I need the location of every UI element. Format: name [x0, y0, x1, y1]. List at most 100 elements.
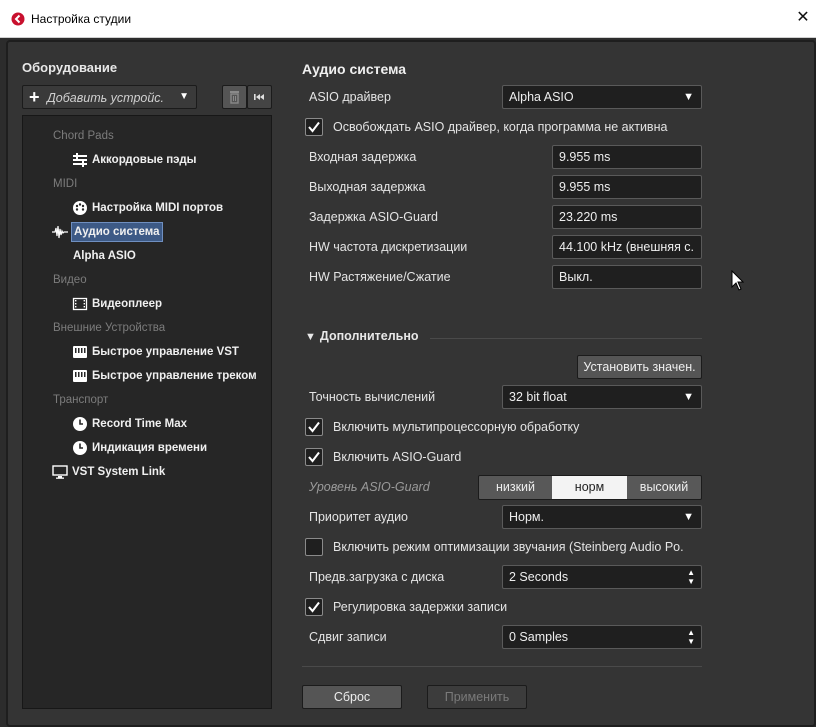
quick-controls-icon	[73, 346, 87, 358]
add-device-dropdown[interactable]: + Добавить устройс. ▼	[22, 85, 197, 109]
hw-sample-rate-label: HW частота дискретизации	[309, 240, 468, 254]
asio-guard-latency-label: Задержка ASIO-Guard	[309, 210, 439, 224]
output-latency-field: 9.955 ms	[552, 175, 702, 199]
divider	[302, 666, 702, 667]
triangle-down-icon: ▼	[305, 331, 316, 343]
asio-guard-level-high[interactable]: высокий	[627, 476, 701, 499]
tree-item-label: Record Time Max	[92, 418, 188, 430]
suspend-mode-label: Включить режим оптимизации звучания (Ste…	[333, 540, 684, 554]
tree-item-label: Alpha ASIO	[73, 250, 136, 262]
tree-item-label: Быстрое управление VST	[92, 346, 239, 358]
checkmark-icon	[308, 421, 320, 433]
tree-item-label: Быстрое управление треком	[92, 370, 257, 382]
plus-icon: +	[29, 87, 40, 107]
chord-pads-icon	[73, 153, 87, 167]
input-latency-value: 9.955 ms	[559, 150, 611, 164]
tree-item-label: Аккордовые пэды	[92, 154, 197, 166]
spin-arrows-icon[interactable]: ▲ ▼	[687, 628, 695, 646]
disk-preload-label: Предв.загрузка с диска	[309, 570, 445, 584]
tree-item-label: Настройка MIDI портов	[92, 202, 224, 214]
trash-icon	[230, 91, 239, 104]
record-shift-stepper[interactable]: 0 Samples ▲ ▼	[502, 625, 702, 649]
asio-driver-value: Alpha ASIO	[509, 90, 574, 104]
tree-item-label: Видеоплеер	[92, 298, 163, 310]
advanced-label: Дополнительно	[319, 329, 419, 343]
midi-port-icon	[73, 201, 87, 215]
hw-sample-rate-field: 44.100 kHz (внешняя с.	[552, 235, 702, 259]
advanced-section-toggle[interactable]: ▼ Дополнительно	[305, 329, 419, 343]
input-latency-field: 9.955 ms	[552, 145, 702, 169]
reset-button[interactable]: Сброс	[302, 685, 402, 709]
record-latency-label: Регулировка задержки записи	[333, 600, 508, 614]
reset-device-button[interactable]	[247, 85, 272, 109]
record-latency-checkbox[interactable]	[305, 598, 323, 616]
output-latency-label: Выходная задержка	[309, 180, 426, 194]
tree-category-video: Видео	[53, 274, 87, 286]
asio-guard-checkbox[interactable]	[305, 448, 323, 466]
asio-guard-level-low[interactable]: низкий	[479, 476, 552, 499]
asio-guard-level-selector[interactable]: низкий норм высокий	[478, 475, 702, 500]
checkmark-icon	[308, 601, 320, 613]
record-shift-value: 0 Samples	[509, 630, 569, 644]
audio-priority-label: Приоритет аудио	[309, 510, 408, 524]
apply-button[interactable]: Применить	[427, 685, 527, 709]
quick-controls-icon	[73, 370, 87, 382]
cubase-logo-icon	[11, 12, 25, 26]
devices-title: Оборудование	[22, 60, 118, 75]
audio-priority-select[interactable]: Норм. ▼	[502, 505, 702, 529]
tree-item-label: VST System Link	[72, 466, 166, 478]
clock-icon	[73, 417, 87, 431]
video-player-icon	[72, 297, 88, 311]
chevron-down-icon: ▼	[179, 91, 189, 102]
window-title: Настройка студии	[31, 12, 132, 26]
release-driver-label: Освобождать ASIO драйвер, когда программ…	[333, 120, 668, 134]
tree-category-midi: MIDI	[53, 178, 78, 190]
asio-guard-level-normal[interactable]: норм	[552, 476, 627, 499]
page-title: Аудио система	[302, 61, 407, 77]
spin-arrows-icon[interactable]: ▲ ▼	[687, 568, 695, 586]
rewind-icon	[254, 94, 264, 100]
tree-item-label: Индикация времени	[92, 442, 208, 454]
release-driver-checkbox[interactable]	[305, 118, 323, 136]
precision-select[interactable]: 32 bit float ▼	[502, 385, 702, 409]
multiprocessing-checkbox[interactable]	[305, 418, 323, 436]
hw-pullup-value: Выкл.	[559, 270, 593, 284]
remove-device-button[interactable]	[222, 85, 247, 109]
asio-guard-level-label: Уровень ASIO-Guard	[309, 480, 430, 494]
hw-pullup-field: Выкл.	[552, 265, 702, 289]
chevron-down-icon: ▼	[683, 391, 694, 403]
tree-item-label: Аудио система	[71, 222, 163, 242]
clock-icon	[73, 441, 87, 455]
suspend-mode-checkbox[interactable]	[305, 538, 323, 556]
tree-category-external: Внешние Устройства	[53, 322, 166, 334]
add-device-label: Добавить устройс.	[47, 91, 165, 105]
precision-label: Точность вычислений	[309, 390, 436, 404]
precision-value: 32 bit float	[509, 390, 567, 404]
asio-driver-label: ASIO драйвер	[309, 90, 391, 104]
title-bar: Настройка студии ✕	[0, 0, 816, 38]
input-latency-label: Входная задержка	[309, 150, 417, 164]
asio-driver-select[interactable]: Alpha ASIO ▼	[502, 85, 702, 109]
disk-preload-value: 2 Seconds	[509, 570, 569, 584]
audio-priority-value: Норм.	[509, 510, 544, 524]
asio-guard-enable-label: Включить ASIO-Guard	[333, 450, 462, 464]
checkmark-icon	[308, 451, 320, 463]
asio-guard-latency-field: 23.220 ms	[552, 205, 702, 229]
divider	[430, 338, 702, 339]
monitor-icon	[52, 465, 68, 479]
close-icon[interactable]: ✕	[793, 8, 813, 28]
output-latency-value: 9.955 ms	[559, 180, 611, 194]
mouse-cursor-icon	[731, 270, 745, 291]
chevron-down-icon: ▼	[683, 511, 694, 523]
record-shift-label: Сдвиг записи	[309, 630, 387, 644]
multiprocessing-label: Включить мультипроцессорную обработку	[333, 420, 580, 434]
checkmark-icon	[308, 121, 320, 133]
hw-sample-rate-value: 44.100 kHz (внешняя с.	[559, 240, 695, 254]
asio-guard-latency-value: 23.220 ms	[559, 210, 618, 224]
set-defaults-button[interactable]: Установить значен.	[577, 355, 702, 379]
hw-pullup-label: HW Растяжение/Сжатие	[309, 270, 451, 284]
disk-preload-stepper[interactable]: 2 Seconds ▲ ▼	[502, 565, 702, 589]
audio-wave-icon	[52, 225, 68, 239]
tree-category-chord-pads: Chord Pads	[53, 130, 114, 142]
chevron-down-icon: ▼	[683, 91, 694, 103]
